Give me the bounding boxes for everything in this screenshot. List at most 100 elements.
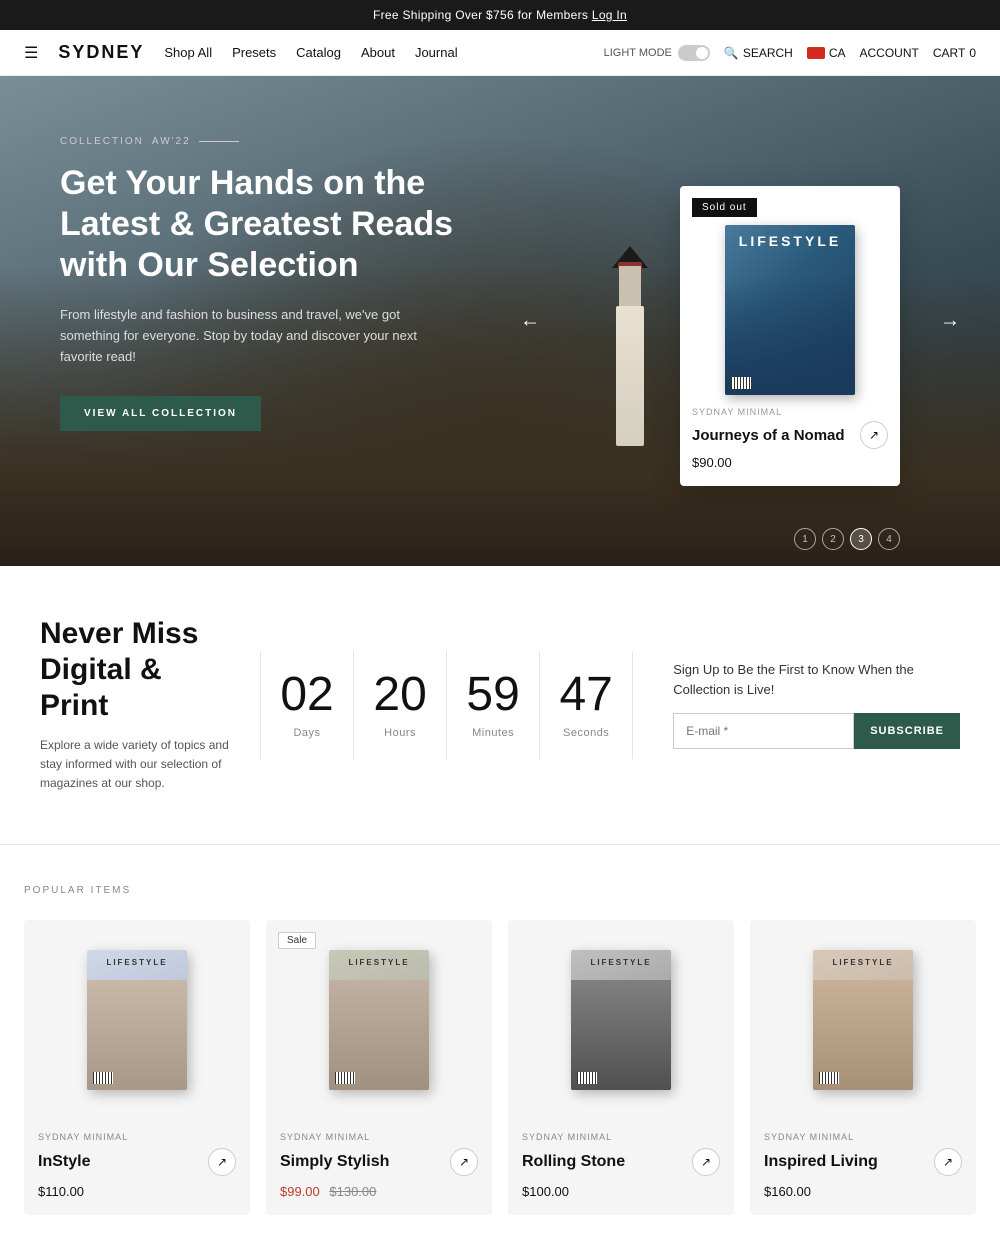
- seconds-label: Seconds: [563, 727, 609, 739]
- hours-number: 20: [373, 671, 426, 719]
- carousel-dot-2[interactable]: 2: [822, 528, 844, 550]
- announcement-link[interactable]: Log In: [592, 8, 627, 22]
- countdown-hours: 20 Hours: [354, 651, 447, 759]
- product-body-3: SYDNAY MINIMAL Rolling Stone ↗ $100.00: [508, 1120, 734, 1215]
- countdown-days: 02 Days: [261, 651, 354, 759]
- countdown-section: Never Miss Digital & Print Explore a wid…: [0, 566, 1000, 845]
- product-price-3: $100.00: [522, 1184, 720, 1199]
- search-button[interactable]: 🔍 SEARCH: [724, 46, 793, 60]
- magazine-mock-3: LIFESTYLE: [571, 950, 671, 1090]
- nav-journal[interactable]: Journal: [415, 45, 458, 60]
- header-left: ☰ SYDNEY Shop All Presets Catalog About …: [24, 42, 458, 63]
- product-name-2: Simply Stylish: [280, 1153, 389, 1171]
- sold-out-badge: Sold out: [692, 198, 757, 217]
- product-body-1: SYDNAY MINIMAL InStyle ↗ $110.00: [24, 1120, 250, 1215]
- days-number: 02: [280, 671, 333, 719]
- mag-title-4: LIFESTYLE: [813, 958, 913, 967]
- hero-product-info: Journeys of a Nomad ↗: [680, 421, 900, 449]
- product-image-3: LIFESTYLE: [508, 920, 734, 1120]
- hero-product-image: LIFESTYLE: [725, 225, 855, 395]
- announcement-bar: Free Shipping Over $756 for Members Log …: [0, 0, 1000, 30]
- sale-price-2: $99.00: [280, 1184, 320, 1199]
- carousel-dots: 1 2 3 4: [794, 528, 900, 550]
- hero-product-brand: SYDNAY MINIMAL: [680, 407, 900, 417]
- barcode-4: [819, 1072, 839, 1084]
- carousel-dot-4[interactable]: 4: [878, 528, 900, 550]
- account-button[interactable]: ACCOUNT: [860, 46, 919, 60]
- hours-label: Hours: [384, 727, 416, 739]
- product-image-1: LIFESTYLE: [24, 920, 250, 1120]
- products-grid: LIFESTYLE SYDNAY MINIMAL InStyle ↗ $110.…: [24, 920, 976, 1215]
- product-link-1[interactable]: ↗: [208, 1148, 236, 1176]
- subscribe-button[interactable]: SUBSCRIBE: [854, 713, 960, 749]
- hero-cta-button[interactable]: VIEW ALL COLLECTION: [60, 396, 261, 431]
- light-mode-label: LIGHT MODE: [604, 47, 672, 59]
- announcement-text: Free Shipping Over $756 for Members: [373, 8, 592, 22]
- toggle-knob: [696, 47, 708, 59]
- magazine-mock-2: LIFESTYLE: [329, 950, 429, 1090]
- hamburger-menu[interactable]: ☰: [24, 43, 38, 63]
- product-name-3: Rolling Stone: [522, 1153, 625, 1171]
- magazine-mock-1: LIFESTYLE: [87, 950, 187, 1090]
- hero-product-name: Journeys of a Nomad: [692, 427, 845, 444]
- collection-text: COLLECTION: [60, 136, 144, 147]
- product-info-2: Simply Stylish ↗: [280, 1148, 478, 1176]
- minutes-label: Minutes: [472, 727, 514, 739]
- toggle-switch[interactable]: [678, 45, 710, 61]
- hero-description: From lifestyle and fashion to business a…: [60, 305, 420, 367]
- lighthouse-body: [616, 306, 644, 446]
- hero-product-price: $90.00: [680, 455, 900, 470]
- product-image-2: Sale LIFESTYLE: [266, 920, 492, 1120]
- email-input[interactable]: [673, 713, 854, 749]
- old-price-2: $130.00: [329, 1184, 376, 1199]
- product-info-1: InStyle ↗: [38, 1148, 236, 1176]
- barcode-2: [335, 1072, 355, 1084]
- cart-label: CART: [933, 46, 965, 60]
- product-card-1: LIFESTYLE SYDNAY MINIMAL InStyle ↗ $110.…: [24, 920, 250, 1215]
- hero-collection-label: COLLECTION AW'22: [60, 136, 480, 147]
- nav-catalog[interactable]: Catalog: [296, 45, 341, 60]
- barcode-3: [577, 1072, 597, 1084]
- carousel-arrow-left[interactable]: ←: [520, 310, 540, 333]
- product-price-1: $110.00: [38, 1184, 236, 1199]
- nav-shop-all[interactable]: Shop All: [164, 45, 212, 60]
- collection-season: AW'22: [152, 136, 191, 147]
- countdown-text-block: Never Miss Digital & Print Explore a wid…: [40, 616, 260, 794]
- light-mode-toggle[interactable]: LIGHT MODE: [604, 45, 710, 61]
- header: ☰ SYDNEY Shop All Presets Catalog About …: [0, 30, 1000, 76]
- product-image-4: LIFESTYLE: [750, 920, 976, 1120]
- sale-badge-2: Sale: [278, 932, 316, 949]
- product-card-3: LIFESTYLE SYDNAY MINIMAL Rolling Stone ↗…: [508, 920, 734, 1215]
- product-name-4: Inspired Living: [764, 1153, 878, 1171]
- product-link-4[interactable]: ↗: [934, 1148, 962, 1176]
- magazine-title: LIFESTYLE: [725, 233, 855, 249]
- nav-about[interactable]: About: [361, 45, 395, 60]
- main-nav: Shop All Presets Catalog About Journal: [164, 45, 457, 60]
- product-card-2: Sale LIFESTYLE SYDNAY MINIMAL Simply Sty…: [266, 920, 492, 1215]
- product-name-1: InStyle: [38, 1153, 90, 1171]
- product-body-4: SYDNAY MINIMAL Inspired Living ↗ $160.00: [750, 1120, 976, 1215]
- flag-icon: [807, 47, 825, 59]
- account-label: ACCOUNT: [860, 46, 919, 60]
- country-code: CA: [829, 46, 846, 60]
- country-selector[interactable]: CA: [807, 46, 846, 60]
- search-icon: 🔍: [724, 46, 739, 60]
- product-link-2[interactable]: ↗: [450, 1148, 478, 1176]
- carousel-dot-1[interactable]: 1: [794, 528, 816, 550]
- countdown-title: Never Miss Digital & Print: [40, 616, 230, 724]
- countdown-timer: 02 Days 20 Hours 59 Minutes 47 Seconds: [260, 651, 633, 759]
- lighthouse-top: [619, 266, 641, 306]
- mag-title-1: LIFESTYLE: [87, 958, 187, 967]
- site-logo[interactable]: SYDNEY: [58, 42, 144, 63]
- carousel-arrow-right[interactable]: →: [940, 310, 960, 333]
- search-label: SEARCH: [743, 46, 793, 60]
- cart-button[interactable]: CART 0: [933, 46, 976, 60]
- nav-presets[interactable]: Presets: [232, 45, 276, 60]
- countdown-subscribe: Sign Up to Be the First to Know When the…: [633, 660, 960, 749]
- carousel-dot-3[interactable]: 3: [850, 528, 872, 550]
- subscribe-title: Sign Up to Be the First to Know When the…: [673, 660, 960, 699]
- hero-product-link[interactable]: ↗: [860, 421, 888, 449]
- product-link-3[interactable]: ↗: [692, 1148, 720, 1176]
- countdown-description: Explore a wide variety of topics and sta…: [40, 736, 230, 794]
- product-price-2: $99.00 $130.00: [280, 1184, 478, 1199]
